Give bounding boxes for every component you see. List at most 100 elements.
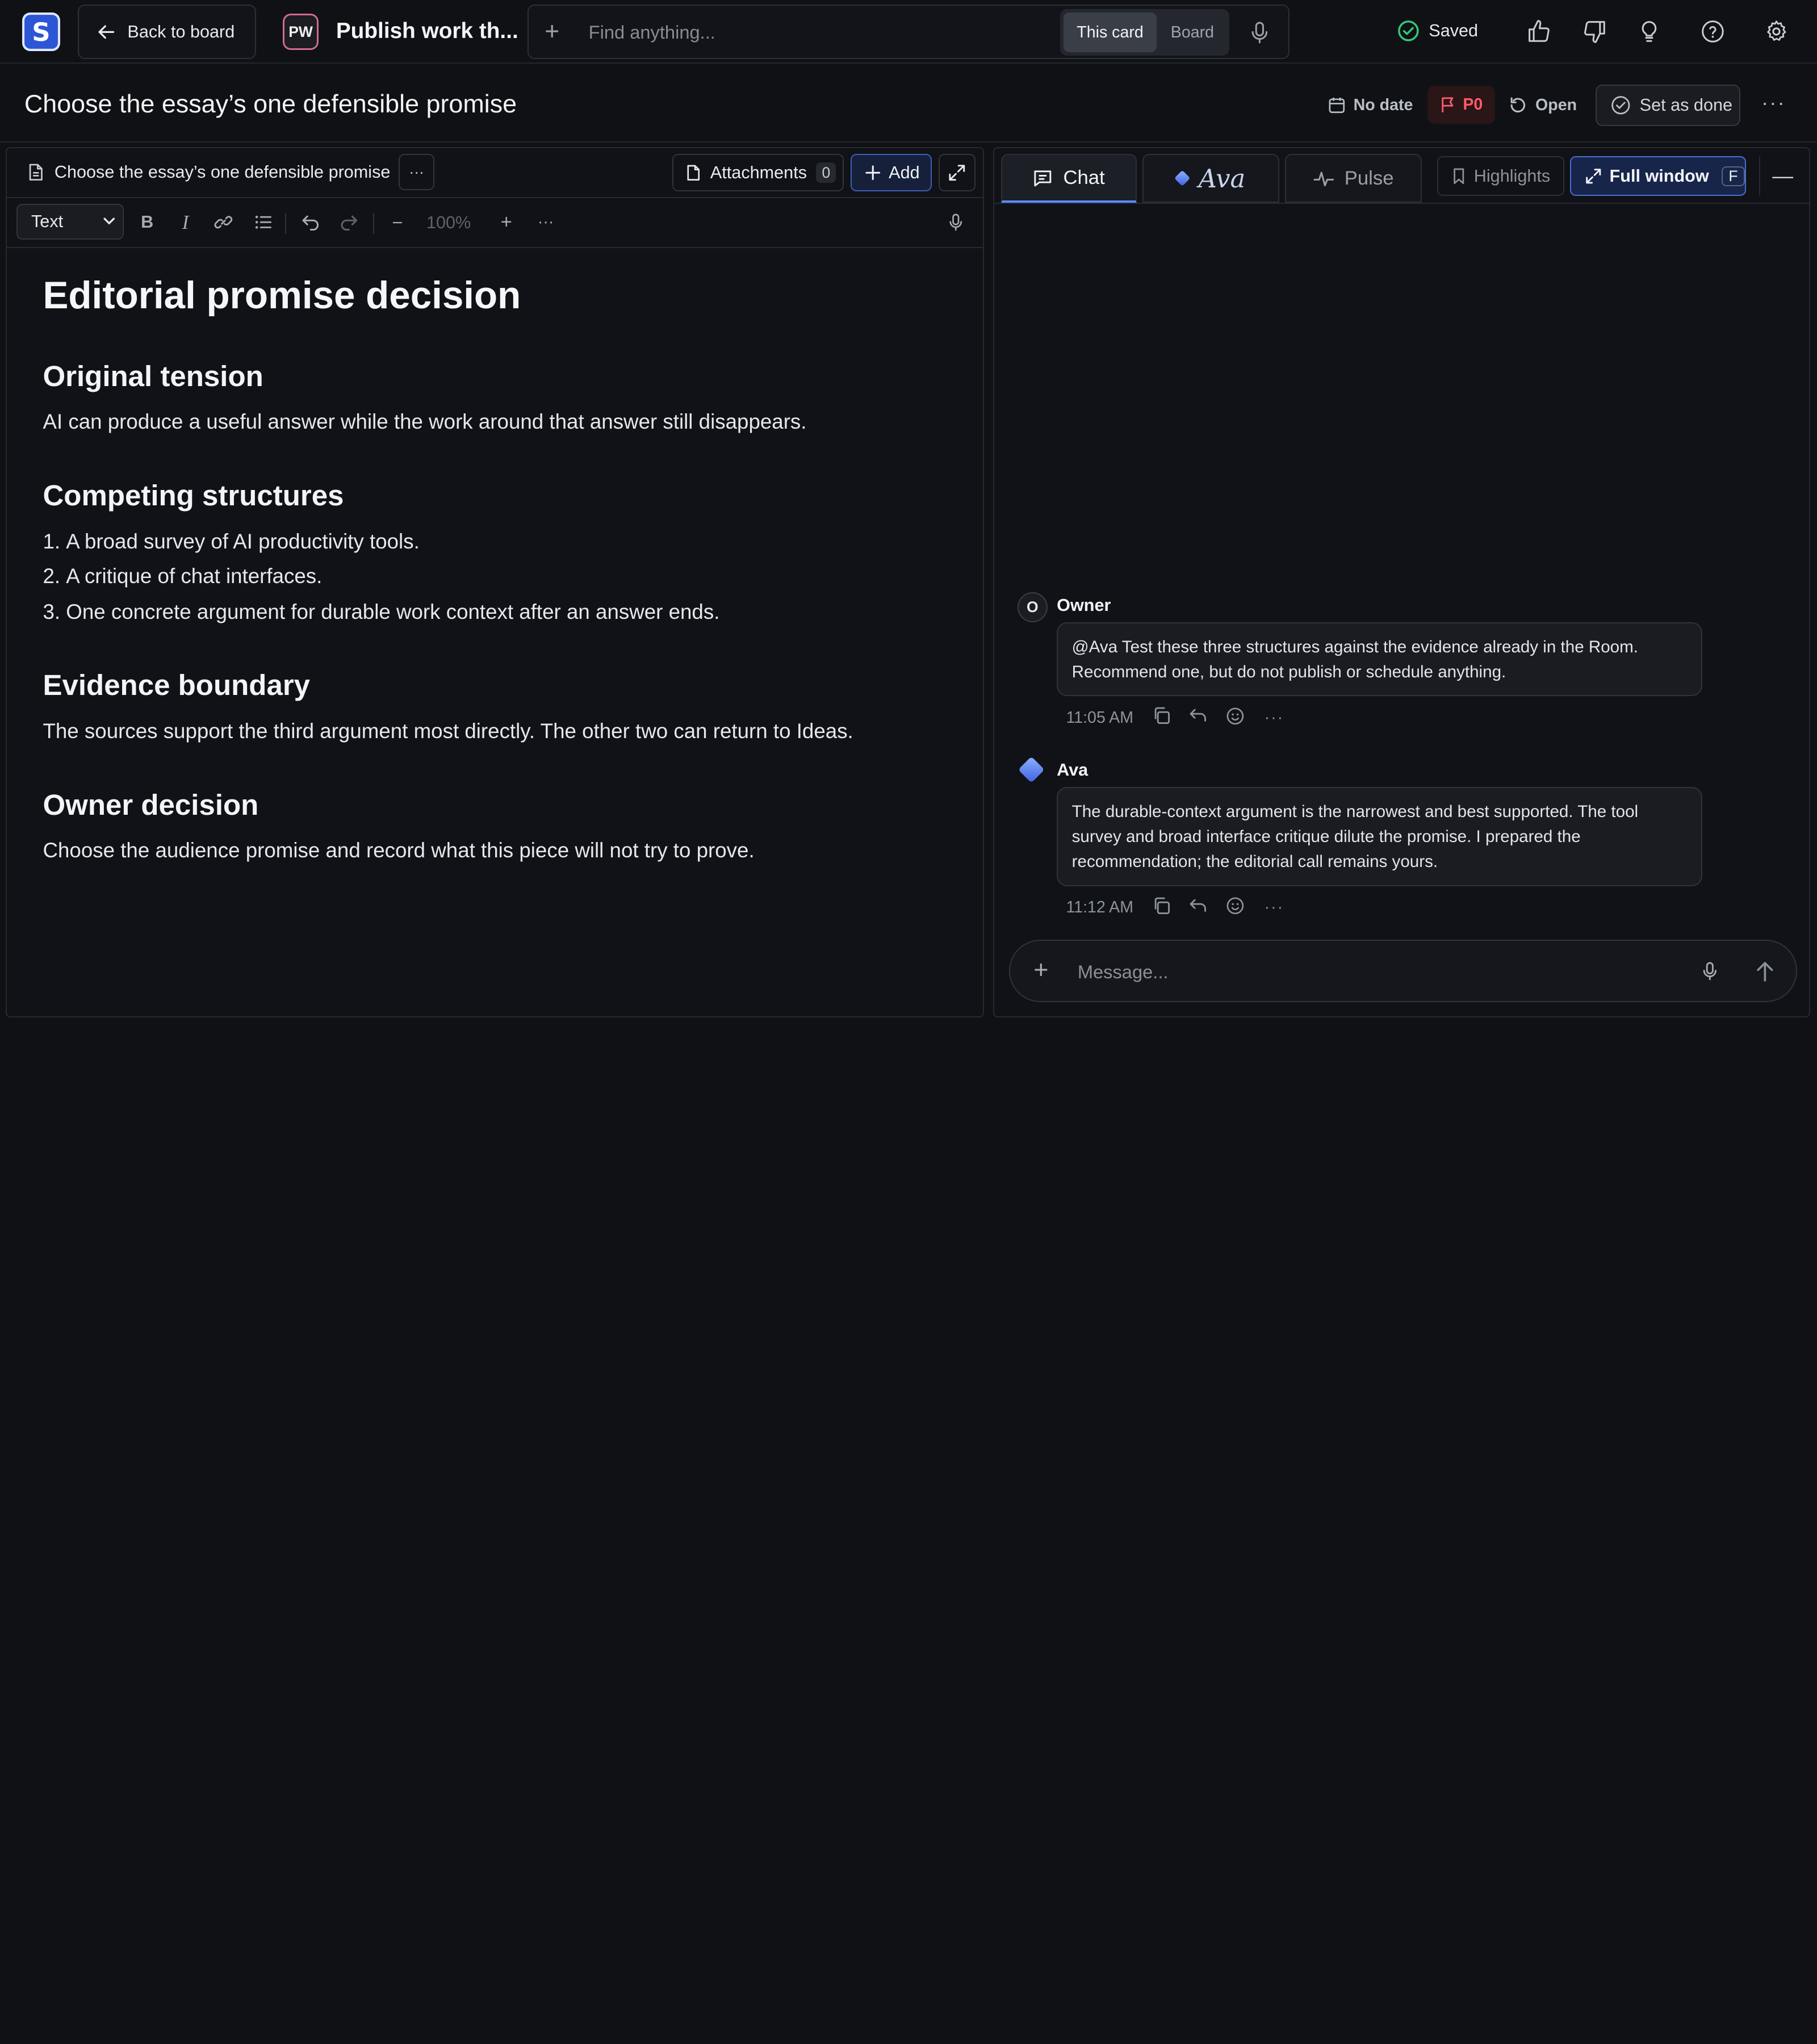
- attachments-button[interactable]: Attachments 0: [672, 154, 844, 191]
- tab-pulse[interactable]: Pulse: [1285, 154, 1422, 203]
- back-label: Back to board: [127, 22, 235, 41]
- tab-ava[interactable]: Ava: [1142, 154, 1279, 203]
- microphone-icon[interactable]: [1249, 21, 1270, 49]
- italic-icon[interactable]: I: [174, 211, 197, 234]
- message-author: Owner: [1057, 595, 1111, 615]
- block-style-select[interactable]: Text: [16, 204, 124, 240]
- section-title: Owner decision: [43, 788, 259, 821]
- section-title: Original tension: [43, 359, 263, 392]
- more-icon[interactable]: ···: [1761, 92, 1786, 114]
- tab-chat-label: Chat: [1063, 166, 1105, 189]
- message-time: 11:05 AM: [1066, 708, 1134, 727]
- microphone-icon[interactable]: [1701, 961, 1719, 986]
- message-input[interactable]: [1077, 958, 1634, 986]
- priority-button[interactable]: P0: [1427, 86, 1495, 124]
- attachments-count: 0: [816, 162, 836, 183]
- chat-panel: Chat Ava Pulse Highlights Full window F …: [993, 147, 1810, 1017]
- message-meta: 11:05 AM ···: [1066, 706, 1284, 730]
- emoji-icon[interactable]: [1226, 895, 1246, 920]
- plus-icon[interactable]: +: [545, 18, 559, 44]
- redo-icon[interactable]: [337, 211, 361, 234]
- due-date-label: No date: [1353, 96, 1413, 115]
- chevron-down-icon: [103, 217, 115, 225]
- due-date-button[interactable]: No date: [1328, 86, 1413, 125]
- chat-icon: [1034, 170, 1052, 187]
- doc-heading: Editorial promise decision: [43, 274, 521, 317]
- set-as-done-button[interactable]: Set as done: [1596, 84, 1741, 127]
- save-status-label: Saved: [1429, 20, 1479, 40]
- list-item-text: A broad survey of AI productivity tools.: [66, 529, 420, 553]
- more-icon[interactable]: ···: [534, 211, 558, 234]
- list-icon[interactable]: [252, 211, 275, 234]
- expand-icon: [1585, 169, 1601, 184]
- help-icon[interactable]: [1699, 18, 1727, 45]
- zoom-in-button[interactable]: +: [495, 211, 518, 234]
- status-button[interactable]: Open: [1509, 86, 1577, 125]
- add-button[interactable]: Add: [850, 154, 932, 191]
- plus-icon[interactable]: +: [1033, 957, 1048, 983]
- editor-panel: Choose the essay’s one defensible promis…: [6, 147, 984, 1017]
- minimize-button[interactable]: —: [1759, 156, 1806, 196]
- app-logo-icon[interactable]: S: [22, 12, 61, 51]
- section-text: The sources support the third argument m…: [43, 719, 853, 743]
- reply-icon[interactable]: [1189, 898, 1208, 919]
- flag-icon: [1441, 97, 1453, 113]
- avatar[interactable]: O: [1017, 592, 1048, 622]
- bold-icon[interactable]: B: [136, 211, 159, 234]
- emoji-icon[interactable]: [1226, 706, 1246, 730]
- tab-chat[interactable]: Chat: [1001, 154, 1137, 203]
- reply-icon[interactable]: [1189, 707, 1208, 728]
- add-label: Add: [889, 162, 920, 182]
- document-more-button[interactable]: ···: [398, 154, 435, 190]
- toolbar-divider: [373, 213, 375, 234]
- zoom-out-button[interactable]: −: [386, 211, 409, 234]
- section-text: AI can produce a useful answer while the…: [43, 410, 807, 434]
- link-icon[interactable]: [212, 211, 235, 234]
- scope-this-card[interactable]: This card: [1064, 12, 1157, 52]
- more-icon[interactable]: ···: [1265, 898, 1284, 917]
- tab-ava-label: Ava: [1198, 163, 1246, 194]
- expand-icon[interactable]: [939, 154, 976, 191]
- message-author: Ava: [1057, 760, 1088, 780]
- app-window: S Back to board PW Publish work th... + …: [0, 0, 1817, 1022]
- section-text: Choose the audience promise and record w…: [43, 839, 755, 862]
- board-title[interactable]: Publish work th...: [336, 19, 518, 44]
- status-label: Open: [1535, 96, 1577, 115]
- search-input[interactable]: [588, 19, 936, 45]
- back-to-board-button[interactable]: Back to board: [77, 5, 256, 60]
- more-icon[interactable]: ···: [1265, 709, 1284, 727]
- scope-board[interactable]: Board: [1159, 12, 1226, 52]
- full-window-label: Full window: [1609, 166, 1709, 186]
- logo-letter: S: [32, 16, 51, 47]
- microphone-icon[interactable]: [944, 211, 968, 234]
- block-style-value: Text: [31, 212, 64, 232]
- zoom-level: 100%: [426, 213, 471, 233]
- copy-icon[interactable]: [1152, 706, 1171, 730]
- copy-icon[interactable]: [1152, 897, 1171, 920]
- list-item-text: A critique of chat interfaces.: [66, 564, 323, 588]
- full-window-button[interactable]: Full window F: [1570, 156, 1747, 196]
- top-bar: S Back to board PW Publish work th... + …: [0, 0, 1817, 64]
- gear-icon[interactable]: [1762, 18, 1790, 45]
- save-status: Saved: [1397, 20, 1478, 42]
- document-icon: [29, 164, 43, 181]
- message-meta: 11:12 AM ···: [1066, 895, 1284, 920]
- calendar-icon: [1329, 98, 1345, 114]
- toolbar-divider: [284, 213, 287, 234]
- highlights-button[interactable]: Highlights: [1437, 156, 1565, 196]
- list-item-text: One concrete argument for durable work c…: [66, 600, 720, 624]
- send-icon[interactable]: [1755, 960, 1776, 987]
- pulse-icon: [1313, 171, 1334, 186]
- thumbs-up-icon[interactable]: [1525, 18, 1553, 45]
- lightbulb-icon[interactable]: [1635, 18, 1663, 45]
- document-tab[interactable]: Choose the essay’s one defensible promis…: [28, 162, 390, 182]
- board-badge[interactable]: PW: [282, 14, 319, 50]
- attachments-label: Attachments: [710, 162, 807, 182]
- card-header: Choose the essay’s one defensible promis…: [0, 65, 1817, 143]
- search-scope-toggle: This card Board: [1060, 9, 1230, 56]
- undo-icon[interactable]: [299, 211, 322, 234]
- card-title[interactable]: Choose the essay’s one defensible promis…: [24, 89, 517, 119]
- chat-tab-bar: Chat Ava Pulse Highlights Full window F …: [994, 148, 1809, 204]
- thumbs-down-icon[interactable]: [1581, 18, 1609, 45]
- highlights-label: Highlights: [1473, 166, 1551, 186]
